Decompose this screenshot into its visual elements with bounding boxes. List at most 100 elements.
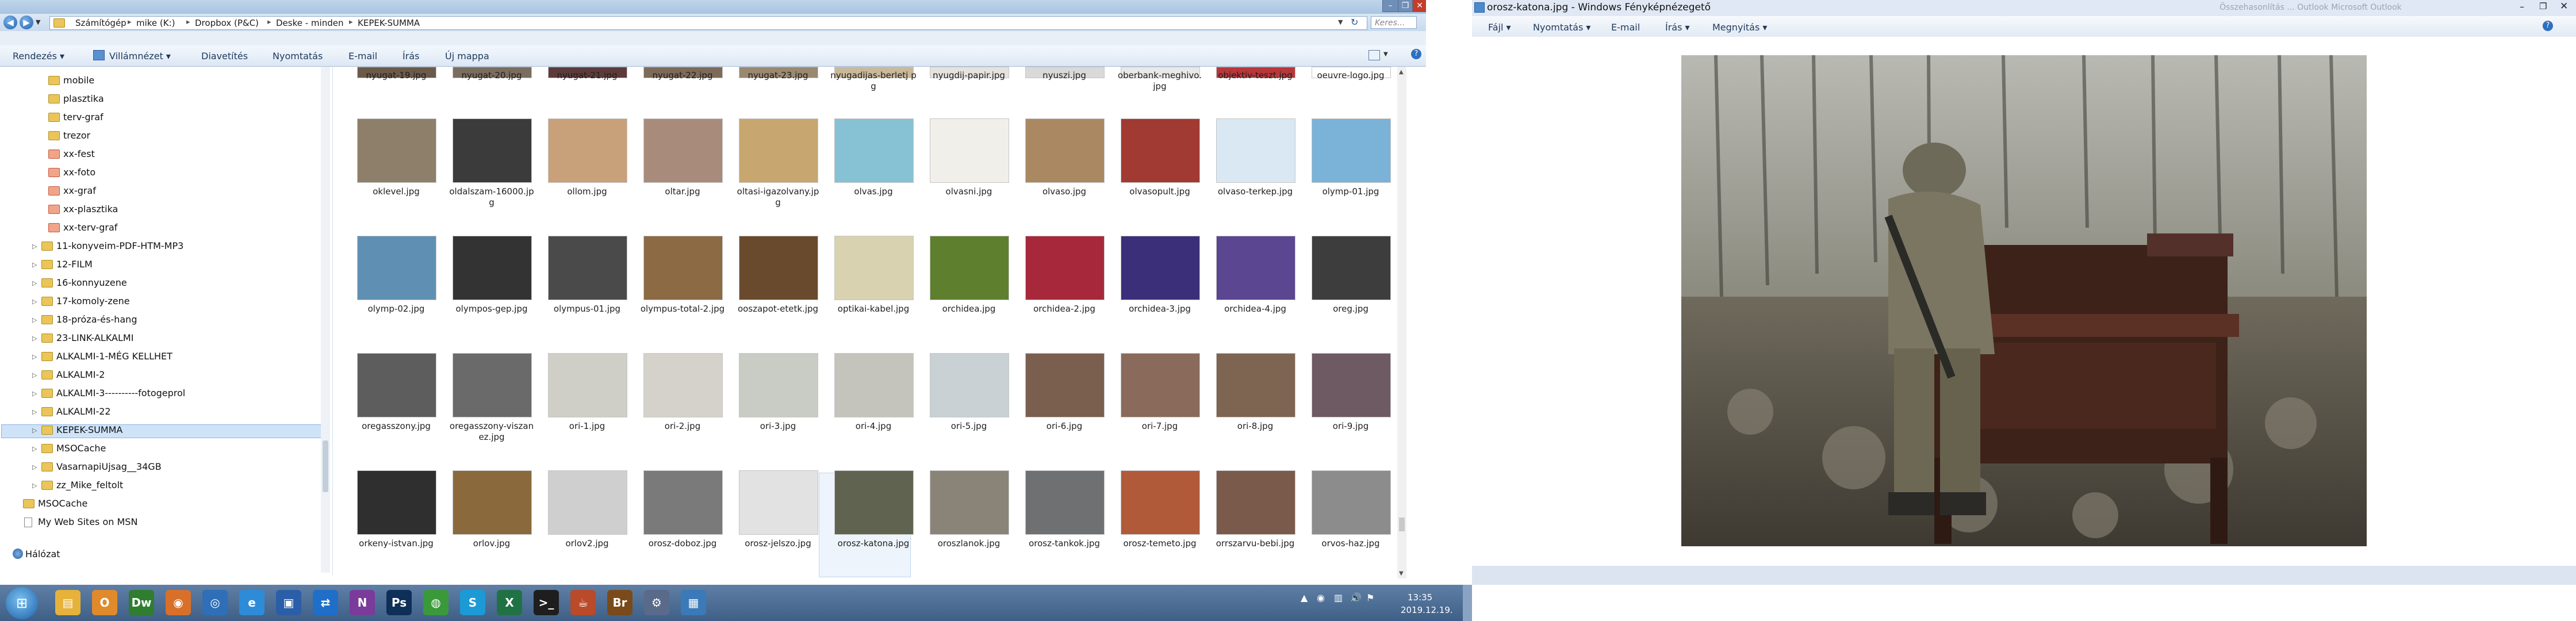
expand-caret-icon[interactable]: ▷ <box>32 316 37 324</box>
file-name[interactable]: olvaso-terkep.jpg <box>1212 186 1298 197</box>
file-thumbnail[interactable] <box>357 470 436 535</box>
file-name[interactable]: nyugdij-papir.jpg <box>926 70 1012 81</box>
file-thumbnail[interactable] <box>453 118 532 183</box>
file-name[interactable]: nyuszi.jpg <box>1021 70 1107 81</box>
burn-button[interactable]: Írás <box>402 51 419 62</box>
breadcrumb-item[interactable]: Számítógép <box>75 18 126 28</box>
sidebar-item[interactable]: ▷ ALKALMI-1-MÉG KELLHET <box>0 350 320 363</box>
clock-date[interactable]: 2019.12.19. <box>1401 605 1453 615</box>
file-name[interactable]: ori-6.jpg <box>1021 421 1107 432</box>
sidebar-item[interactable]: ▷ VasarnapiUjsag__34GB <box>0 460 320 474</box>
breadcrumb-separator-icon[interactable]: ▸ <box>128 18 132 26</box>
scroll-up-icon[interactable]: ▲ <box>1399 69 1404 75</box>
file-name[interactable]: orosz-katona.jpg <box>830 538 917 549</box>
file-thumbnail[interactable] <box>357 236 436 300</box>
file-name[interactable]: orchidea-4.jpg <box>1212 304 1298 315</box>
file-name[interactable]: orrszarvu-bebi.jpg <box>1212 538 1298 549</box>
sidebar-item[interactable]: ▷ 12-FILM <box>0 258 320 271</box>
sidebar-item[interactable]: ▷ 23-LINK-ALKALMI <box>0 331 320 345</box>
file-name[interactable]: ollom.jpg <box>544 186 630 197</box>
file-name[interactable]: nyugadijas-berletj pg <box>830 70 917 92</box>
tray-flag-icon[interactable]: ⚑ <box>1366 592 1374 603</box>
expand-caret-icon[interactable]: ▷ <box>32 335 37 342</box>
file-name[interactable]: oregasszony-viszanez.jpg <box>448 421 535 443</box>
file-thumbnail[interactable] <box>1216 118 1295 183</box>
view-dropdown-icon[interactable]: ▼ <box>1383 51 1388 57</box>
menu-email[interactable]: E-mail <box>1611 22 1640 33</box>
chrome-ie-icon[interactable]: ◎ <box>202 590 228 615</box>
file-thumbnail[interactable] <box>1121 470 1200 535</box>
expand-caret-icon[interactable]: ▷ <box>32 298 37 305</box>
sidebar-item[interactable]: terv-graf <box>0 110 320 124</box>
breadcrumb-separator-icon[interactable]: ▸ <box>267 18 271 26</box>
sidebar-item[interactable]: ▷ ALKALMI-22 <box>0 405 320 419</box>
file-thumbnail[interactable] <box>1312 470 1391 535</box>
breadcrumb-item[interactable]: mike (K:) <box>136 18 175 28</box>
sidebar-item[interactable]: ▷ zz_Mike_feltolt <box>0 478 320 492</box>
file-name[interactable]: oltar.jpg <box>639 186 726 197</box>
expand-caret-icon[interactable]: ▷ <box>32 445 37 453</box>
preview-button[interactable]: Villámnézet ▾ <box>109 51 171 62</box>
file-thumbnail[interactable] <box>643 236 723 300</box>
bridge-icon[interactable]: Br <box>607 590 632 615</box>
tray-app-icon[interactable]: ◉ <box>1317 592 1325 603</box>
chrome-icon[interactable]: ◍ <box>423 590 448 615</box>
sidebar-item[interactable]: mobile <box>0 74 320 87</box>
sidebar-item[interactable]: xx-graf <box>0 184 320 198</box>
scroll-down-icon[interactable]: ▼ <box>1399 570 1404 577</box>
onenote-icon[interactable]: N <box>350 590 375 615</box>
back-button[interactable]: ◀ <box>3 16 17 29</box>
breadcrumb-item[interactable]: Deske - minden <box>276 18 343 28</box>
file-thumbnail[interactable] <box>357 353 436 417</box>
forward-button[interactable]: ▶ <box>20 16 33 29</box>
sidebar-item[interactable]: My Web Sites on MSN <box>0 515 320 529</box>
file-name[interactable]: olvasopult.jpg <box>1117 186 1203 197</box>
dreamweaver-icon[interactable]: Dw <box>129 590 154 615</box>
tray-network-icon[interactable]: ▥ <box>1334 592 1343 603</box>
file-thumbnail[interactable] <box>1121 118 1200 183</box>
start-button[interactable]: ⊞ <box>6 587 38 619</box>
address-dropdown-icon[interactable]: ▼ <box>1338 18 1343 26</box>
file-name[interactable]: olympos-gep.jpg <box>448 304 535 315</box>
sidebar-item[interactable]: MSOCache <box>0 497 320 511</box>
sidebar-item[interactable]: ▷ MSOCache <box>0 442 320 455</box>
breadcrumb-item[interactable]: KEPEK-SUMMA <box>358 18 420 28</box>
firefox-icon[interactable]: ◉ <box>166 590 191 615</box>
teamviewer-icon[interactable]: ⇄ <box>313 590 338 615</box>
sidebar-item[interactable]: xx-terv-graf <box>0 221 320 235</box>
file-name[interactable]: olvas.jpg <box>830 186 917 197</box>
file-name[interactable]: ori-3.jpg <box>735 421 821 432</box>
address-bar[interactable]: Számítógép ▸ mike (K:) ▸ Dropbox (P&C) ▸… <box>49 16 1367 30</box>
cmd-icon[interactable]: >_ <box>534 590 559 615</box>
sidebar-item[interactable]: ▷ 11-konyveim-PDF-HTM-MP3 <box>0 239 320 253</box>
tool-icon[interactable]: ⚙ <box>644 590 669 615</box>
file-thumbnail[interactable] <box>834 470 914 535</box>
menu-open[interactable]: Megnyitás ▾ <box>1712 22 1767 33</box>
file-thumbnail[interactable] <box>1312 236 1391 300</box>
file-thumbnail[interactable] <box>643 470 723 535</box>
file-thumbnail[interactable] <box>1216 470 1295 535</box>
file-thumbnail[interactable] <box>357 118 436 183</box>
file-name[interactable]: orlov2.jpg <box>544 538 630 549</box>
file-name[interactable]: oeuvre-logo.jpg <box>1308 70 1394 81</box>
file-name[interactable]: ori-8.jpg <box>1212 421 1298 432</box>
breadcrumb-separator-icon[interactable]: ▸ <box>349 18 353 26</box>
file-thumbnail[interactable] <box>930 470 1009 535</box>
content-scrollbar-thumb[interactable] <box>1399 518 1405 531</box>
new-folder-button[interactable]: Új mappa <box>445 51 489 62</box>
sidebar-item[interactable]: plasztika <box>0 92 320 106</box>
file-thumbnail[interactable] <box>930 236 1009 300</box>
print-button[interactable]: Nyomtatás <box>273 51 323 62</box>
help-icon[interactable]: ? <box>1411 49 1421 59</box>
sidebar-item[interactable]: ▷ 17-komoly-zene <box>0 294 320 308</box>
file-thumbnail[interactable] <box>1025 118 1105 183</box>
slideshow-button[interactable]: Diavetítés <box>201 51 248 62</box>
file-thumbnail[interactable] <box>1025 470 1105 535</box>
search-input[interactable]: Keres... <box>1371 16 1417 29</box>
sidebar-item[interactable]: xx-fest <box>0 147 320 161</box>
menu-file[interactable]: Fájl ▾ <box>1488 22 1511 33</box>
expand-caret-icon[interactable]: ▷ <box>32 353 37 361</box>
expand-caret-icon[interactable]: ▷ <box>32 482 37 489</box>
file-name[interactable]: oroszlanok.jpg <box>926 538 1012 549</box>
tray-speaker-icon[interactable]: 🔊 <box>1350 592 1362 603</box>
